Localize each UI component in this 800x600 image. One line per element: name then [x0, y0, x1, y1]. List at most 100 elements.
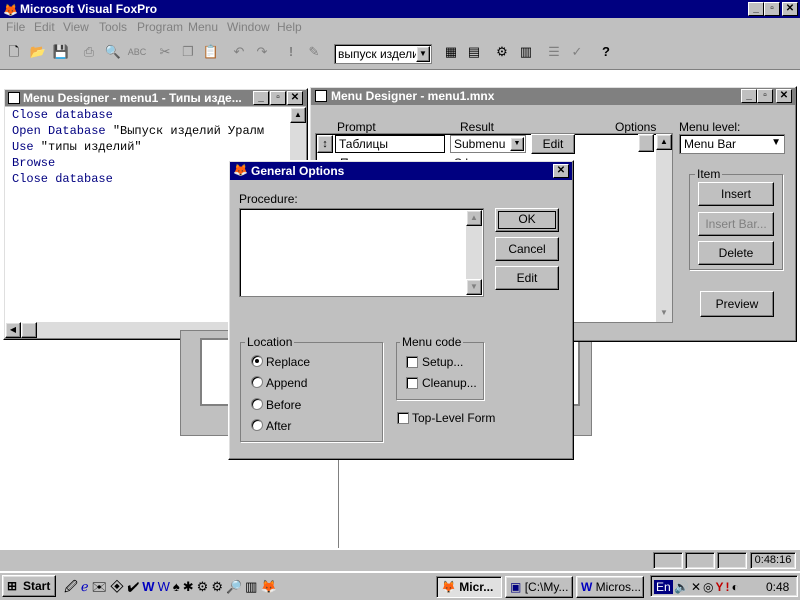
task-explorer[interactable]: ▣ [C:\My...: [505, 576, 573, 598]
dialog-edit-button[interactable]: Edit: [495, 266, 559, 290]
insert-bar-button[interactable]: Insert Bar...: [698, 212, 774, 236]
expression-builder-icon[interactable]: ✓: [566, 42, 588, 64]
menu-level-select[interactable]: Menu Bar ▼: [679, 134, 785, 154]
radio-before-label[interactable]: Before: [266, 398, 301, 412]
outlook-icon[interactable]: ✉: [92, 579, 110, 594]
prompt-input[interactable]: Таблицы: [335, 135, 445, 153]
menu-edit[interactable]: Edit: [34, 18, 55, 36]
word-icon[interactable]: W: [142, 579, 157, 594]
dialog-close-button[interactable]: ✕: [553, 164, 569, 178]
app-minimize-button[interactable]: _: [748, 2, 764, 16]
options-button[interactable]: [638, 134, 654, 152]
delete-button[interactable]: Delete: [698, 241, 774, 265]
setup-checkbox[interactable]: [406, 356, 418, 368]
menu-view[interactable]: View: [63, 18, 89, 36]
save-icon[interactable]: 💾: [50, 42, 72, 64]
antivirus-icon[interactable]: ◎: [703, 580, 715, 594]
row-edit-button[interactable]: Edit: [531, 134, 575, 154]
network2-icon[interactable]: ⚙: [211, 579, 226, 594]
radio-before[interactable]: [251, 398, 263, 410]
menu-file[interactable]: File: [6, 18, 25, 36]
task-foxpro[interactable]: 🦊 Micr...: [436, 576, 502, 598]
ok-button[interactable]: OK: [495, 208, 559, 232]
cancel-button[interactable]: Cancel: [495, 237, 559, 261]
md-maximize-button[interactable]: ▫: [757, 89, 773, 103]
paste-icon[interactable]: 📋: [200, 42, 222, 64]
menu-program[interactable]: Program: [137, 18, 183, 36]
cards-icon[interactable]: ♠: [173, 579, 183, 594]
radio-append-label[interactable]: Append: [266, 376, 307, 390]
move-handle-icon[interactable]: ↕: [317, 135, 333, 153]
chevron-down-icon[interactable]: ▼: [510, 137, 524, 151]
menu-tools[interactable]: Tools: [99, 18, 127, 36]
menu-help[interactable]: Help: [277, 18, 302, 36]
form-designer-icon[interactable]: ▤: [463, 42, 485, 64]
data-session-icon[interactable]: ▦: [440, 42, 462, 64]
print-icon[interactable]: ⎙: [78, 42, 100, 64]
top-level-form-checkbox[interactable]: [397, 412, 409, 424]
code-minimize-button[interactable]: _: [253, 91, 269, 105]
setup-label[interactable]: Setup...: [422, 355, 463, 369]
scroll-down-arrow-icon[interactable]: ▼: [466, 279, 482, 295]
volume-icon[interactable]: 🔊: [674, 580, 691, 594]
network-icon[interactable]: ⚙: [197, 579, 212, 594]
scroll-up-arrow-icon[interactable]: ▲: [656, 134, 672, 150]
radio-replace[interactable]: [251, 355, 263, 367]
toolbar-combo[interactable]: выпуск издели ▼: [334, 44, 432, 64]
speaker-icon[interactable]: ◐: [732, 580, 741, 594]
cleanup-checkbox[interactable]: [406, 377, 418, 389]
menu-list-scrollbar[interactable]: ▲ ▼: [656, 134, 672, 322]
new-icon[interactable]: 🗋: [3, 42, 25, 64]
ie-icon[interactable]: ℯ: [81, 579, 92, 594]
procedure-textarea[interactable]: [239, 208, 484, 297]
scroll-thumb[interactable]: [21, 322, 37, 338]
scroll-left-arrow-icon[interactable]: ◀: [5, 322, 21, 338]
help-icon[interactable]: ?: [595, 42, 617, 64]
result-select[interactable]: Submenu ▼: [450, 135, 526, 153]
radio-after-label[interactable]: After: [266, 419, 291, 433]
msn-icon[interactable]: ✱: [183, 579, 197, 594]
scroll-down-arrow-icon[interactable]: ▼: [656, 306, 672, 322]
mail-icon[interactable]: ✔: [127, 579, 142, 594]
search-icon[interactable]: 🔎: [226, 579, 245, 594]
menu-menu[interactable]: Menu: [188, 18, 218, 36]
insert-button[interactable]: Insert: [698, 182, 774, 206]
report-designer-icon[interactable]: ▥: [515, 42, 537, 64]
md-close-button[interactable]: ✕: [776, 89, 792, 103]
code-close-button[interactable]: ✕: [287, 91, 303, 105]
md-minimize-button[interactable]: _: [741, 89, 757, 103]
scroll-up-arrow-icon[interactable]: ▲: [466, 210, 482, 226]
top-level-form-label[interactable]: Top-Level Form: [412, 411, 495, 425]
app-close-button[interactable]: ✕: [782, 2, 798, 16]
copy-icon[interactable]: ❐: [177, 42, 199, 64]
language-indicator[interactable]: En: [654, 580, 673, 594]
menu-window[interactable]: Window: [227, 18, 270, 36]
undo-icon[interactable]: ↶: [228, 42, 250, 64]
radio-replace-label[interactable]: Replace: [266, 355, 310, 369]
print-preview-icon[interactable]: 🔍: [102, 42, 124, 64]
cleanup-label[interactable]: Cleanup...: [422, 376, 477, 390]
menu-designer-icon[interactable]: ☰: [543, 42, 565, 64]
network-tray-icon[interactable]: ✕: [691, 580, 703, 594]
show-desktop-icon[interactable]: 🖉: [64, 579, 81, 594]
modify-form-icon[interactable]: ✎: [303, 42, 325, 64]
radio-append[interactable]: [251, 376, 263, 388]
procedure-scrollbar[interactable]: ▲ ▼: [466, 210, 482, 295]
form-wizard-icon[interactable]: ⚙: [491, 42, 513, 64]
chevron-down-icon[interactable]: ▼: [771, 137, 781, 148]
open-icon[interactable]: 📂: [27, 42, 49, 64]
task-word[interactable]: W Micros...: [576, 576, 644, 598]
start-button[interactable]: ⊞ Start: [2, 575, 56, 597]
book-icon[interactable]: ▥: [245, 579, 260, 594]
scroll-up-arrow-icon[interactable]: ▲: [290, 107, 306, 123]
redo-icon[interactable]: ↷: [251, 42, 273, 64]
code-maximize-button[interactable]: ▫: [270, 91, 286, 105]
run-icon[interactable]: !: [280, 42, 302, 64]
word-doc-icon[interactable]: W: [158, 579, 173, 594]
foxpro-icon[interactable]: 🦊: [260, 579, 279, 594]
chevron-down-icon[interactable]: ▼: [416, 46, 430, 62]
app-maximize-button[interactable]: ▫: [764, 2, 780, 16]
spell-check-icon[interactable]: ABC: [126, 42, 148, 64]
preview-button[interactable]: Preview: [700, 291, 774, 317]
cut-icon[interactable]: ✂: [154, 42, 176, 64]
